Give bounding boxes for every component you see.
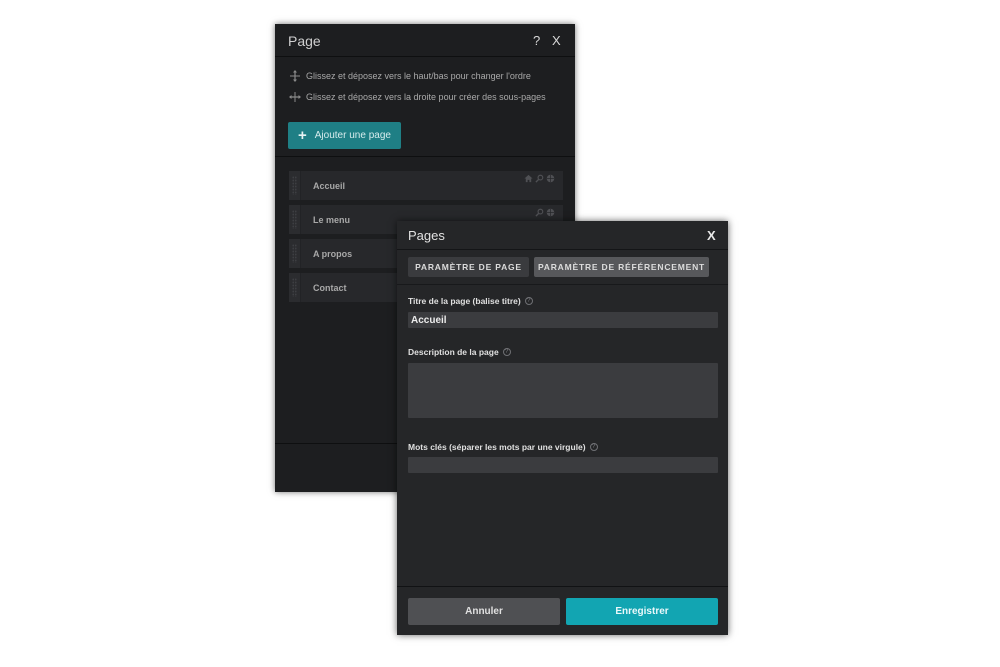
close-button[interactable]: X	[707, 228, 716, 243]
drag-handle[interactable]	[289, 239, 301, 268]
home-icon[interactable]	[524, 174, 533, 183]
plus-icon: +	[298, 127, 307, 144]
label-text: Description de la page	[408, 347, 499, 357]
save-button[interactable]: Enregistrer	[566, 598, 718, 625]
search-icon[interactable]	[535, 208, 544, 217]
keywords-input[interactable]	[408, 457, 718, 473]
hint-reorder: Glissez et déposez vers le haut/bas pour…	[289, 70, 531, 82]
label-text: Titre de la page (balise titre)	[408, 296, 521, 306]
page-label: Contact	[313, 282, 347, 293]
hint-text: Glissez et déposez vers la droite pour c…	[306, 92, 546, 102]
help-button[interactable]: ?	[533, 33, 540, 48]
page-title-label: Titre de la page (balise titre) ?	[408, 296, 533, 306]
globe-icon[interactable]	[546, 174, 555, 183]
help-icon[interactable]: ?	[524, 297, 533, 305]
drag-handle[interactable]	[289, 171, 301, 200]
globe-icon[interactable]	[546, 208, 555, 217]
hint-text: Glissez et déposez vers le haut/bas pour…	[306, 71, 531, 81]
page-label: Accueil	[313, 180, 346, 191]
drag-handle[interactable]	[289, 273, 301, 302]
page-panel-header: Page ? X	[275, 24, 575, 57]
page-description-input[interactable]	[408, 363, 718, 418]
move-horizontal-icon	[289, 92, 301, 102]
page-label: Le menu	[313, 214, 351, 225]
divider	[397, 586, 728, 587]
search-icon[interactable]	[535, 174, 544, 183]
pages-dialog: Pages X PARAMÈTRE DE PAGE PARAMÈTRE DE R…	[397, 221, 728, 635]
add-page-label: Ajouter une page	[314, 130, 391, 141]
move-vertical-icon	[290, 70, 300, 82]
page-description-label: Description de la page ?	[408, 347, 511, 357]
tab-page-settings[interactable]: PARAMÈTRE DE PAGE	[408, 257, 529, 277]
drag-handle[interactable]	[289, 205, 301, 234]
close-button[interactable]: X	[552, 33, 561, 48]
page-label: A propos	[313, 248, 353, 259]
page-title-input[interactable]	[408, 312, 718, 328]
pages-dialog-header: Pages X	[397, 221, 728, 250]
help-icon[interactable]: ?	[589, 443, 598, 451]
hint-subpages: Glissez et déposez vers la droite pour c…	[289, 91, 546, 103]
page-panel-title: Page	[288, 33, 321, 49]
keywords-label: Mots clés (séparer les mots par une virg…	[408, 442, 598, 452]
divider	[397, 284, 728, 285]
help-icon[interactable]: ?	[502, 348, 511, 356]
add-page-button[interactable]: + Ajouter une page	[288, 122, 401, 149]
cancel-button[interactable]: Annuler	[408, 598, 560, 625]
pages-dialog-title: Pages	[408, 228, 445, 243]
divider	[275, 156, 575, 157]
label-text: Mots clés (séparer les mots par une virg…	[408, 442, 586, 452]
tab-seo-settings[interactable]: PARAMÈTRE DE RÉFÉRENCEMENT	[534, 257, 709, 277]
page-list-item[interactable]: Accueil	[289, 171, 563, 200]
